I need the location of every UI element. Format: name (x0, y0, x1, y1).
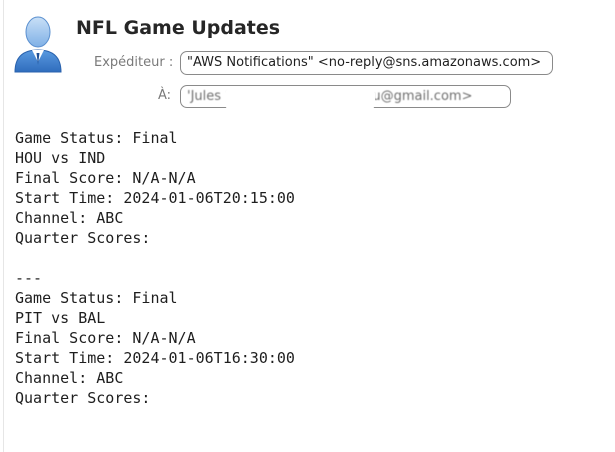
sender-address-text: "AWS Notifications" <no-reply@sns.amazon… (187, 55, 542, 70)
message-subject: NFL Game Updates (76, 17, 281, 39)
body-line: Final Score: N/A-N/A (15, 329, 196, 347)
sender-avatar-icon (12, 15, 64, 73)
redaction-overlay (225, 88, 375, 110)
sender-address-pill[interactable]: "AWS Notifications" <no-reply@sns.amazon… (180, 51, 553, 75)
body-line: --- (15, 269, 43, 287)
to-label: À: (158, 88, 172, 103)
message-header: NFL Game Updates Expéditeur : "AWS Notif… (0, 0, 615, 118)
body-line: Channel: ABC (15, 369, 124, 387)
body-line (15, 248, 295, 268)
body-line: Channel: ABC (15, 209, 124, 227)
body-line: Game Status: Final (15, 129, 178, 147)
message-body: Game Status: Final HOU vs IND Final Scor… (15, 128, 295, 408)
body-line: Start Time: 2024-01-06T16:30:00 (15, 349, 295, 367)
body-line: Quarter Scores: (15, 229, 151, 247)
body-line: Game Status: Final (15, 289, 178, 307)
body-line: Final Score: N/A-N/A (15, 169, 196, 187)
body-line: Start Time: 2024-01-06T20:15:00 (15, 189, 295, 207)
body-line: Quarter Scores: (15, 389, 151, 407)
body-line: PIT vs BAL (15, 309, 106, 327)
body-line: HOU vs IND (15, 149, 106, 167)
from-label: Expéditeur : (94, 55, 174, 70)
